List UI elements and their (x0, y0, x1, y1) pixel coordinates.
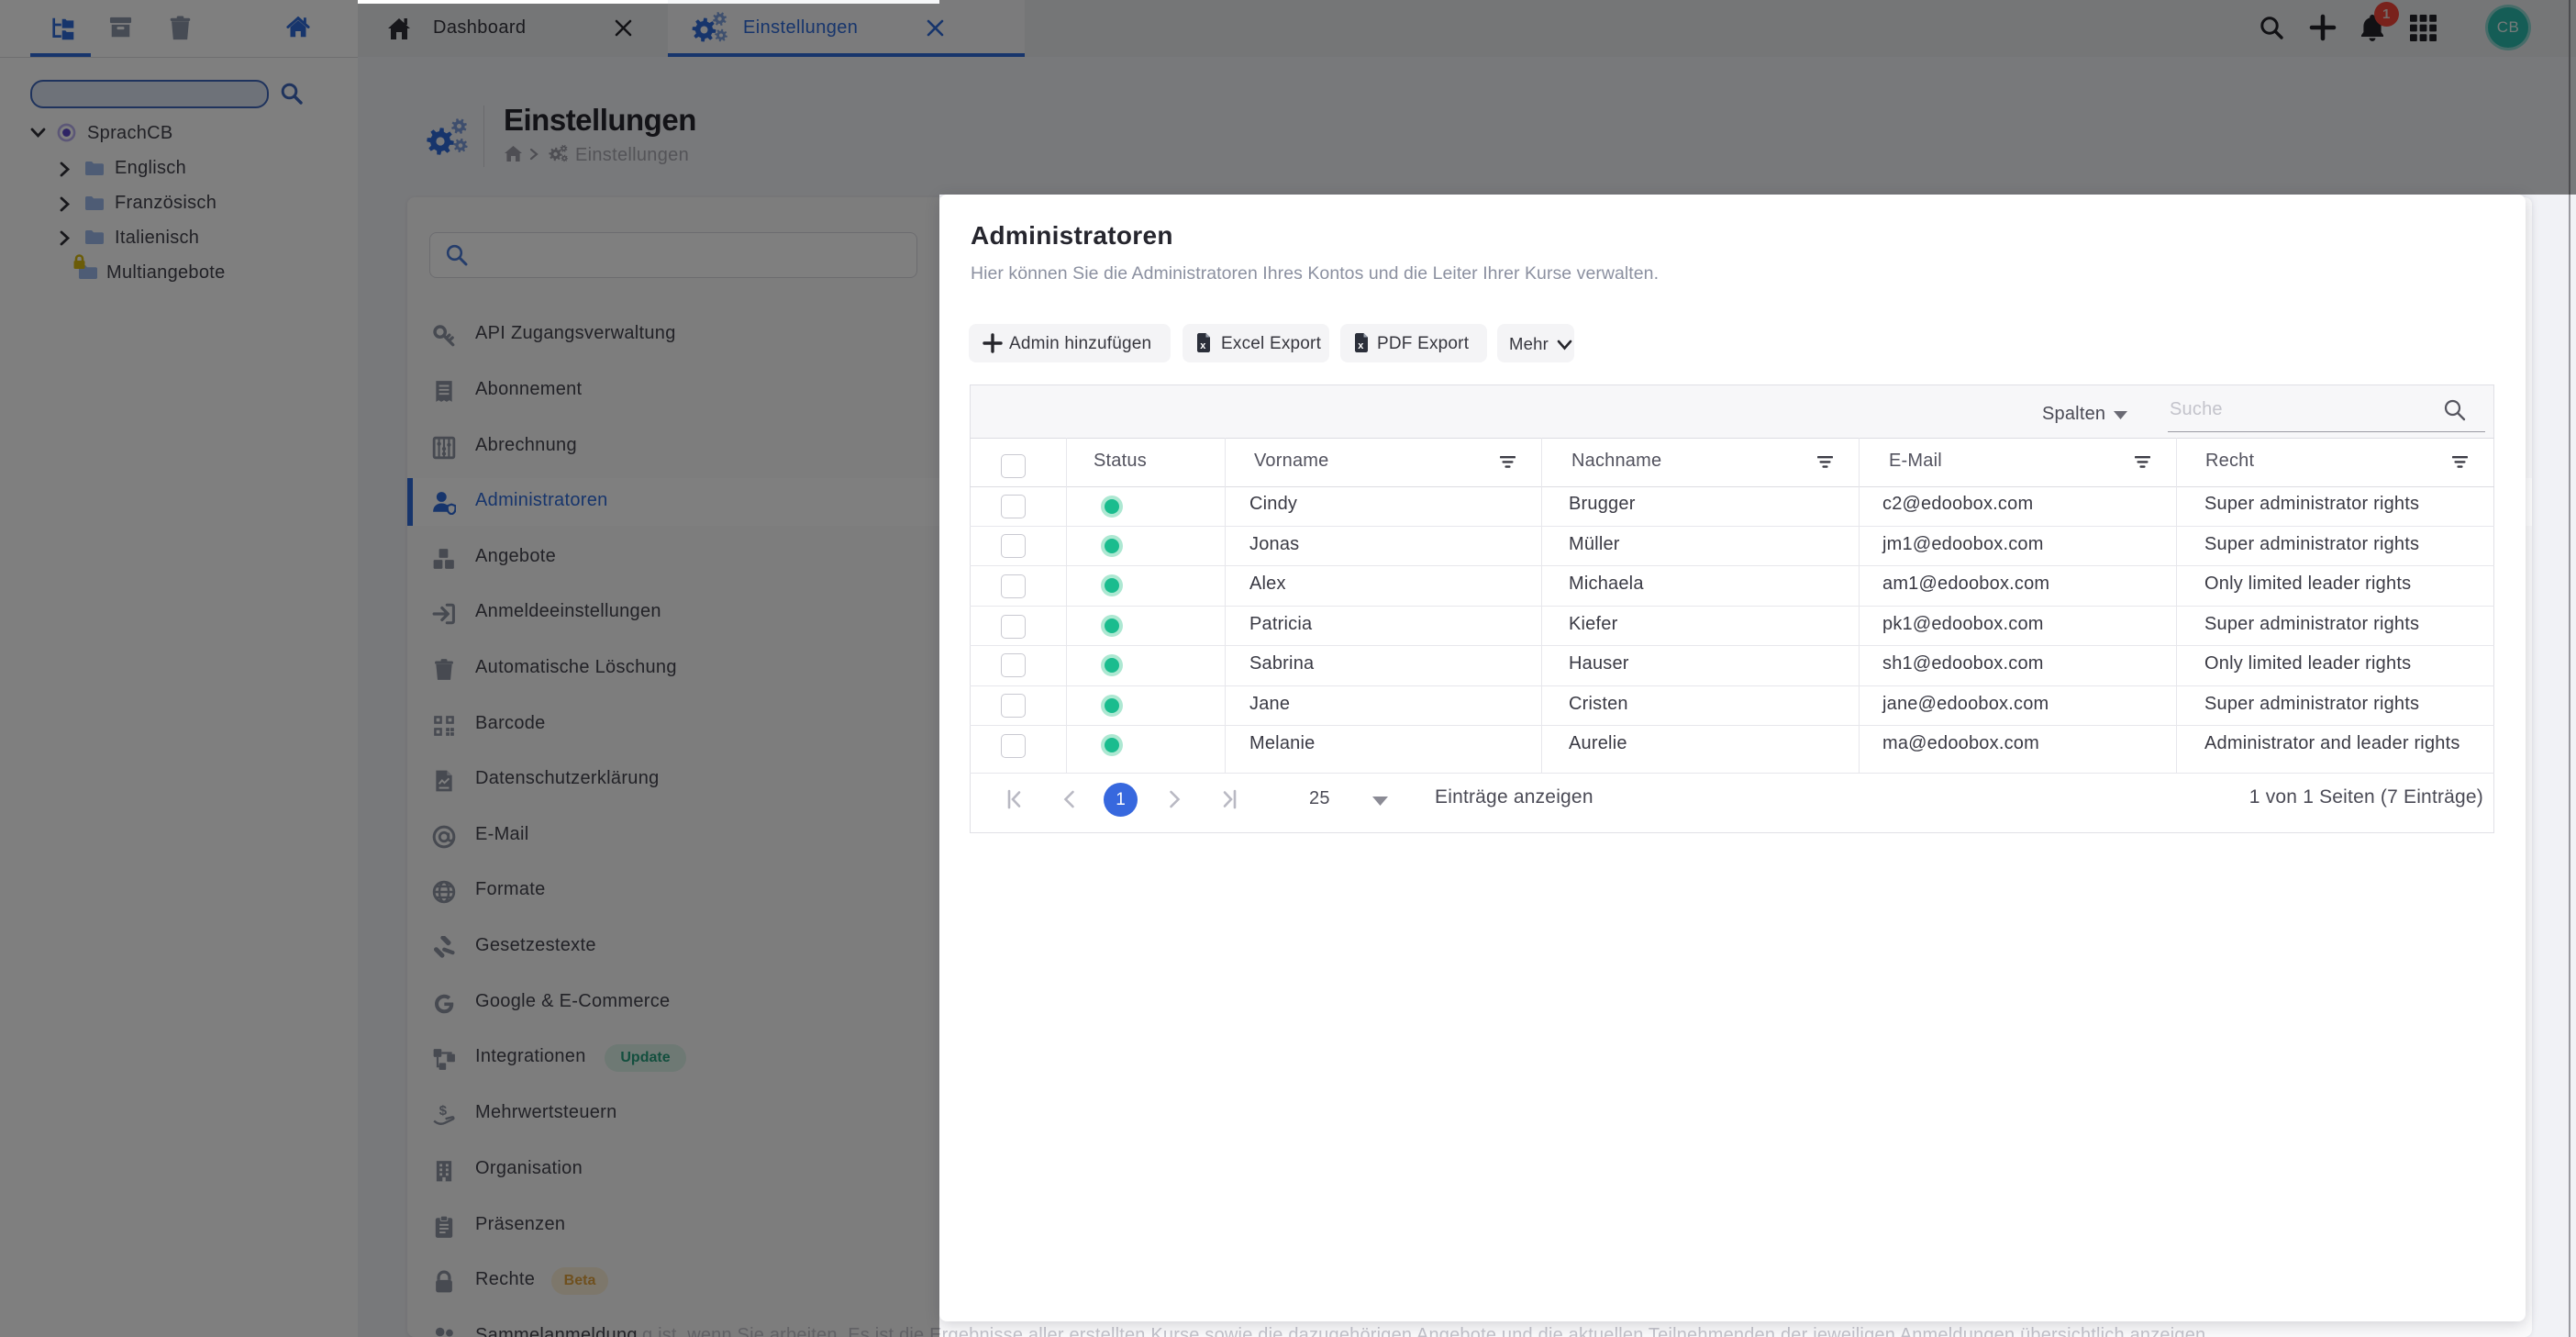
svg-text:x: x (1358, 340, 1364, 351)
svg-text:x: x (1200, 340, 1206, 351)
